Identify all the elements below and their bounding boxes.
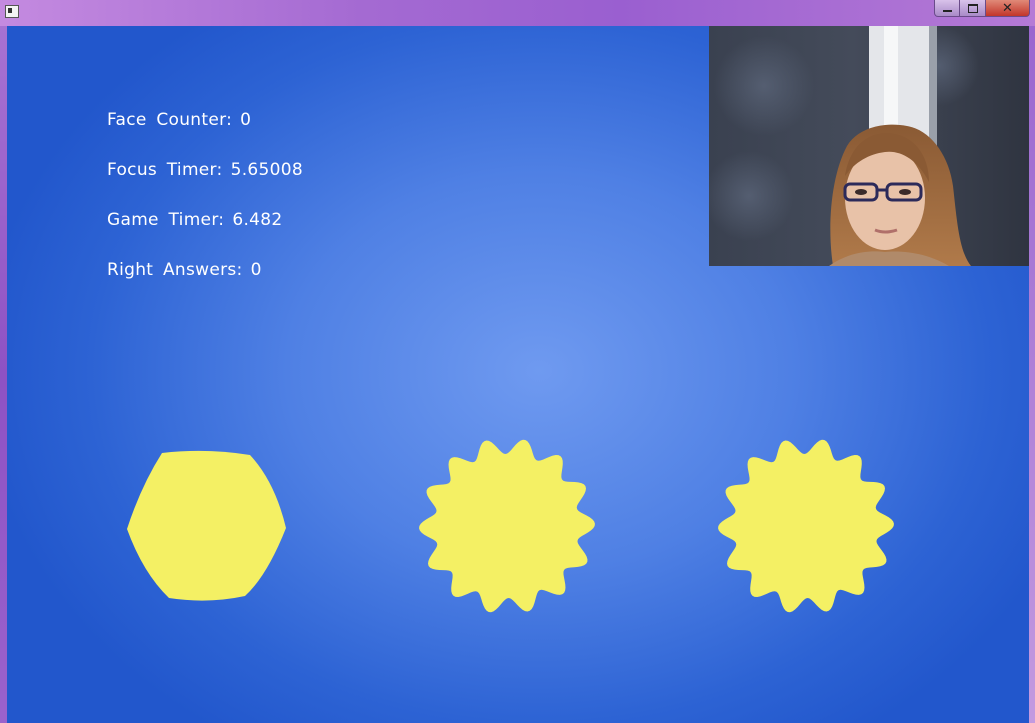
hexagon-shape[interactable]: [127, 450, 286, 601]
minimize-button[interactable]: [934, 0, 960, 17]
shape-layer: [127, 439, 894, 613]
wavy-circle-shape-middle[interactable]: [419, 439, 595, 613]
app-icon[interactable]: [5, 5, 19, 18]
close-icon: ✕: [1002, 0, 1013, 16]
close-button[interactable]: ✕: [986, 0, 1030, 17]
window-border-left: [0, 26, 7, 723]
window-controls: ✕: [934, 0, 1030, 18]
maximize-button[interactable]: [960, 0, 986, 17]
wavy-circle-shape-right[interactable]: [718, 439, 894, 613]
window-border-right: [1029, 26, 1035, 723]
window-titlebar[interactable]: ✕: [0, 0, 1035, 26]
maximize-icon: [967, 3, 978, 13]
game-canvas[interactable]: Face Counter: 0 Focus Timer: 5.65008 Game …: [7, 26, 1029, 723]
minimize-icon: [942, 10, 952, 12]
